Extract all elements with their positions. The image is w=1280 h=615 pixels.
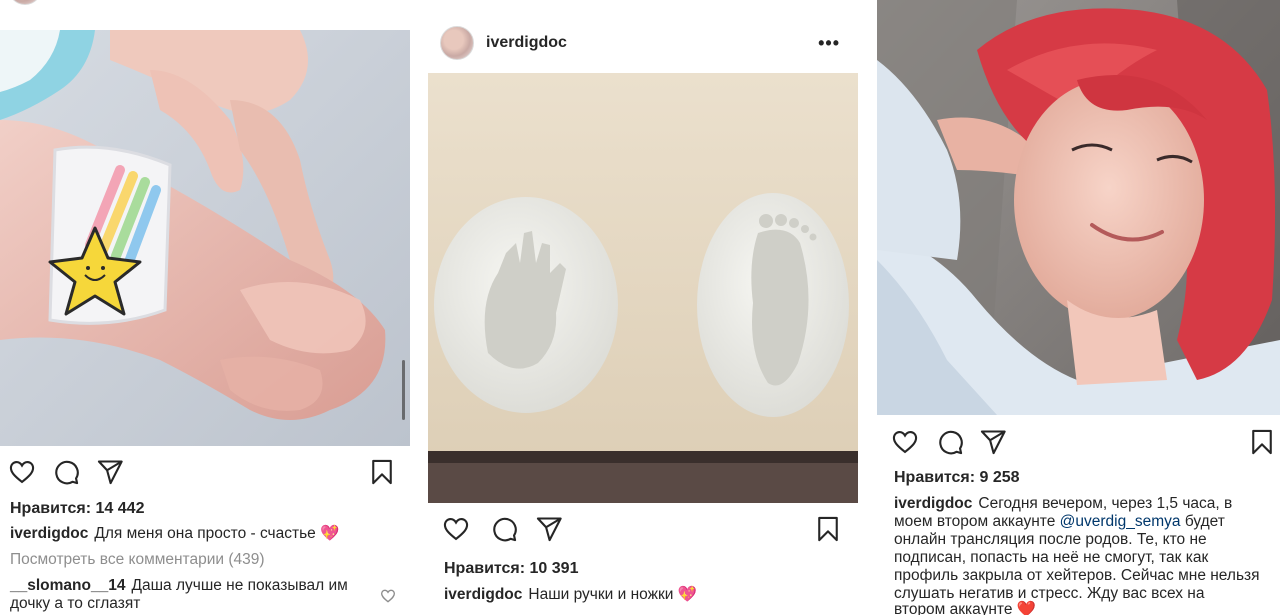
- caption-text: моем втором аккаунте: [894, 513, 1056, 530]
- post-photo[interactable]: [0, 30, 410, 446]
- bookmark-icon[interactable]: [1248, 428, 1276, 456]
- caption-emoji: 💖: [677, 586, 698, 603]
- share-icon[interactable]: [979, 428, 1007, 456]
- caption-text: Для меня она просто - счастье: [94, 525, 316, 542]
- caption-line: моем втором аккаунте @uverdig_semya буде…: [894, 513, 1225, 531]
- action-bar: [428, 515, 858, 551]
- comment-text: Даша лучше не показывал им: [131, 577, 348, 594]
- likes-count[interactable]: Нравится: 14 442: [10, 500, 144, 518]
- comment-text-continued: дочку а то сглазят: [10, 595, 141, 612]
- caption: iverdigdoc Наши ручки и ножки 💖: [444, 586, 697, 604]
- caption: iverdigdoc Для меня она просто - счастье …: [10, 525, 339, 543]
- avatar[interactable]: [8, 0, 42, 5]
- heart-icon[interactable]: [891, 428, 919, 456]
- post-header: iverdigdoc •••: [0, 0, 410, 18]
- comment-like-icon[interactable]: [380, 588, 396, 604]
- likes-count[interactable]: Нравится: 10 391: [444, 560, 578, 578]
- post-2: iverdigdoc ••• Нравится: 10 391 iverdigd…: [428, 0, 858, 615]
- post-3: Нравится: 9 258 iverdigdoc Сегодня вечеро…: [877, 0, 1280, 615]
- post-header: iverdigdoc •••: [428, 13, 858, 73]
- caption-emoji: 💖: [320, 525, 340, 542]
- mention-link[interactable]: @uverdig_semya: [1060, 513, 1181, 530]
- share-icon[interactable]: [535, 515, 563, 543]
- caption-username[interactable]: iverdigdoc: [444, 586, 522, 603]
- likes-count[interactable]: Нравится: 9 258: [894, 469, 1020, 487]
- view-all-comments-link[interactable]: Посмотреть все комментарии (439): [10, 551, 265, 569]
- caption-line: iverdigdoc Сегодня вечером, через 1,5 час…: [894, 495, 1232, 513]
- caption-username[interactable]: iverdigdoc: [894, 495, 972, 512]
- caption-line: втором аккаунте ❤️: [894, 601, 1036, 615]
- share-icon[interactable]: [96, 458, 124, 486]
- avatar[interactable]: [440, 26, 474, 60]
- caption-line: подписан, попасть на неё не смогут, так …: [894, 549, 1209, 566]
- comment-icon[interactable]: [936, 428, 964, 456]
- more-options-icon[interactable]: •••: [818, 33, 840, 54]
- action-bar: [877, 428, 1280, 464]
- caption-line: профиль закрыла от хейтеров. Сейчас мне …: [894, 567, 1260, 584]
- post-photo[interactable]: [877, 0, 1280, 415]
- comment-icon[interactable]: [52, 458, 80, 486]
- caption-text: Наши ручки и ножки: [528, 586, 674, 603]
- caption-emoji: ❤️: [1016, 601, 1037, 615]
- post-photo[interactable]: [428, 73, 858, 503]
- caption-text: будет: [1184, 513, 1225, 530]
- comment: __slomano__14 Даша лучше не показывал им: [10, 577, 370, 595]
- girl-selfie-photo: [877, 0, 1280, 415]
- bookmark-icon[interactable]: [814, 515, 842, 543]
- caption-line: онлайн трансляция после родов. Те, кто н…: [894, 531, 1207, 548]
- heart-icon[interactable]: [8, 458, 36, 486]
- caption-text: Сегодня вечером, через 1,5 часа, в: [978, 495, 1233, 512]
- username[interactable]: iverdigdoc: [486, 34, 567, 52]
- baby-hand-photo: [0, 30, 410, 446]
- comment-icon[interactable]: [490, 515, 518, 543]
- caption-username[interactable]: iverdigdoc: [10, 525, 88, 542]
- action-bar: [0, 458, 410, 494]
- bookmark-icon[interactable]: [368, 458, 396, 486]
- post-1: iverdigdoc •••: [0, 0, 410, 615]
- heart-icon[interactable]: [442, 515, 470, 543]
- caption-text: втором аккаунте: [894, 601, 1013, 615]
- hand-foot-imprint-photo: [428, 73, 858, 503]
- comment-username[interactable]: __slomano__14: [10, 577, 125, 594]
